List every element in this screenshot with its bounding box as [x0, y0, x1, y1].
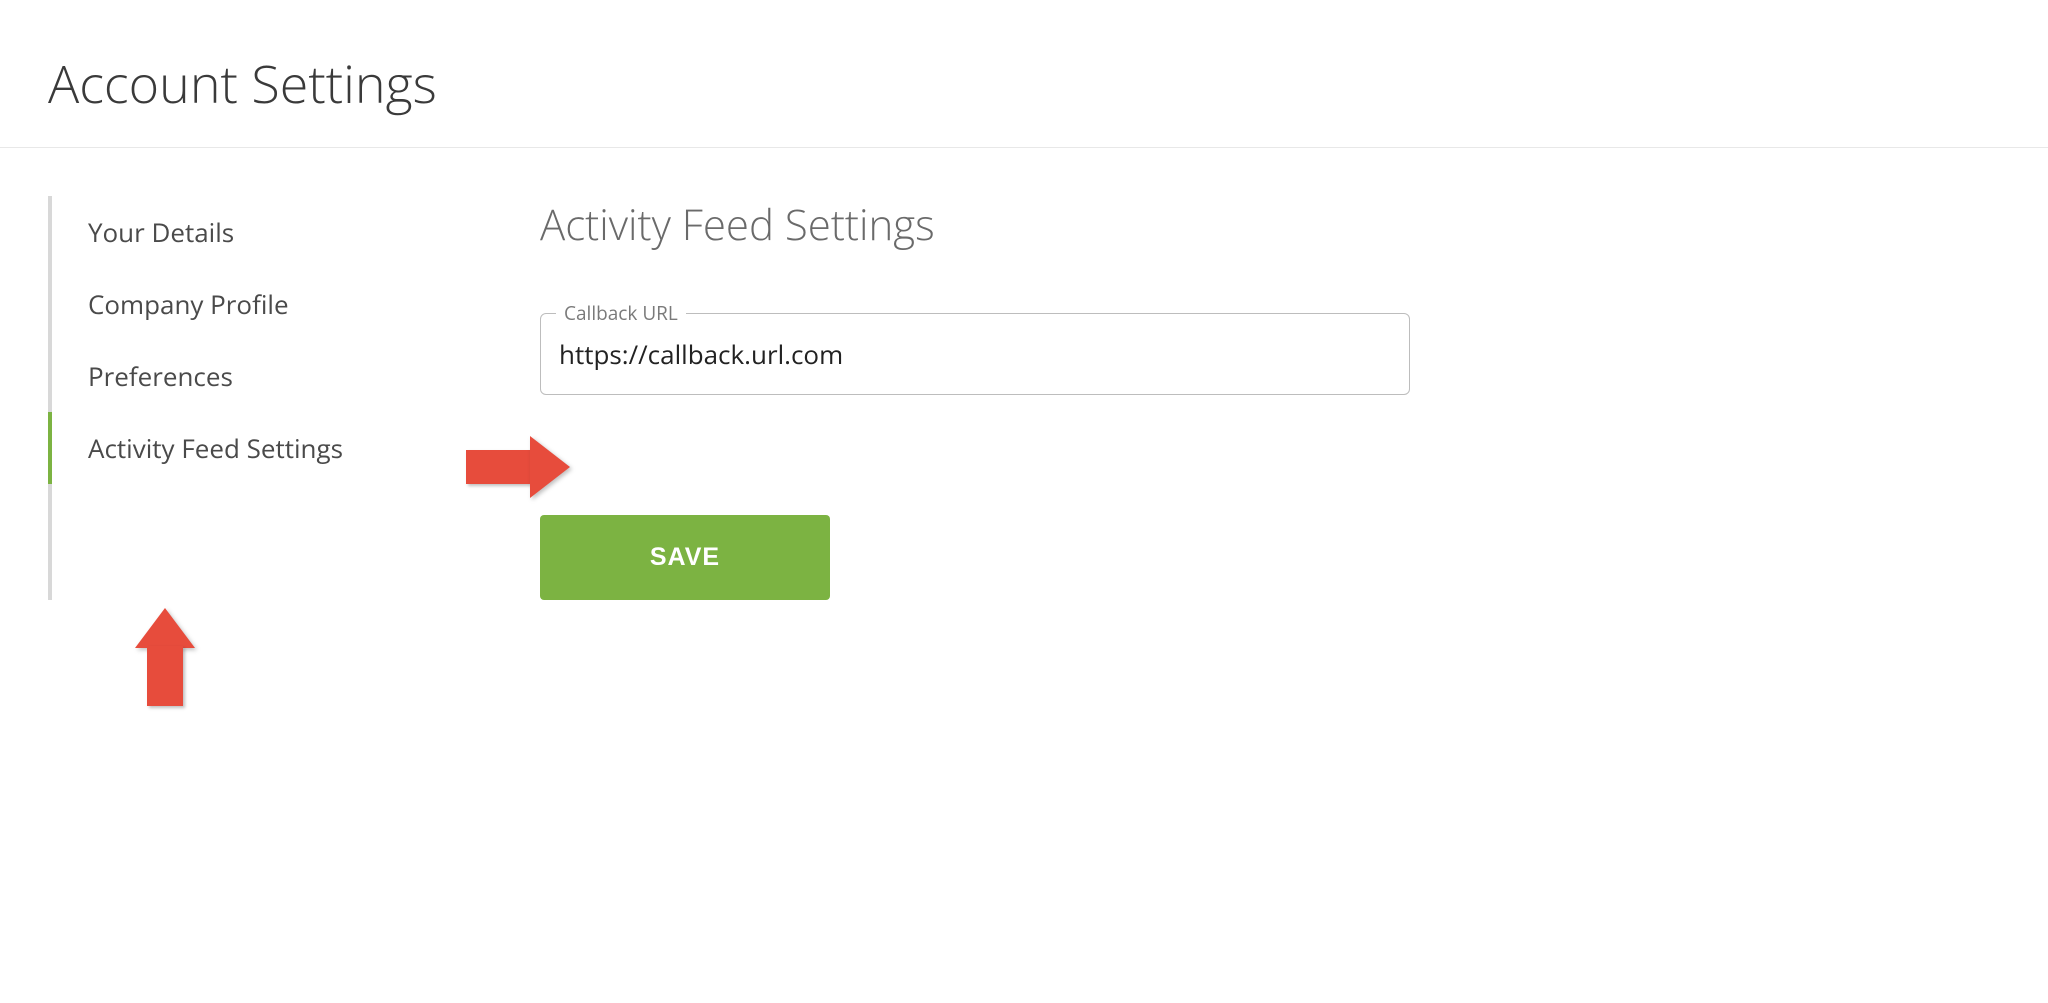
- page-title: Account Settings: [0, 0, 2048, 148]
- sidebar-item-preferences[interactable]: Preferences: [48, 340, 540, 412]
- sidebar-list: Your Details Company Profile Preferences…: [48, 196, 540, 484]
- callback-url-label: Callback URL: [556, 300, 686, 326]
- callback-url-field-wrapper: Callback URL: [540, 313, 1410, 395]
- content-wrapper: Your Details Company Profile Preferences…: [0, 148, 2048, 600]
- section-title: Activity Feed Settings: [540, 196, 1988, 253]
- save-button[interactable]: SAVE: [540, 515, 830, 600]
- sidebar: Your Details Company Profile Preferences…: [0, 196, 540, 600]
- main-panel: Activity Feed Settings Callback URL SAVE: [540, 196, 2048, 600]
- sidebar-item-your-details[interactable]: Your Details: [48, 196, 540, 268]
- sidebar-item-company-profile[interactable]: Company Profile: [48, 268, 540, 340]
